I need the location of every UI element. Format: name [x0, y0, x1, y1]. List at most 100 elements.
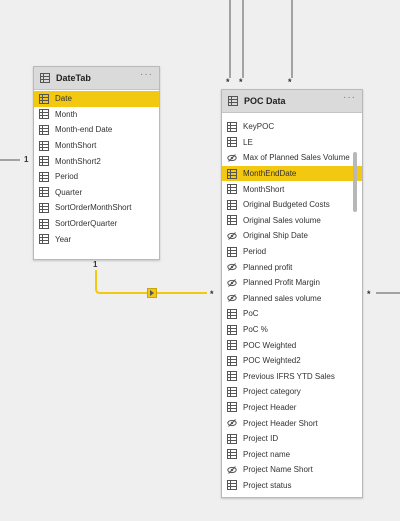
table-icon: [39, 171, 49, 182]
field-label: Month-end Date: [55, 125, 113, 135]
scrollbar-thumb[interactable]: [353, 152, 357, 212]
field-label: KeyPOC: [243, 122, 275, 132]
poc-data-field-planned-profit[interactable]: Planned profit: [222, 259, 362, 275]
table-icon: [227, 371, 237, 382]
datetab-field-sortorderquarter[interactable]: SortOrderQuarter: [34, 216, 159, 232]
field-label: SortOrderQuarter: [55, 219, 118, 229]
more-options-icon[interactable]: ···: [140, 69, 153, 80]
field-label: Original Ship Date: [243, 231, 308, 241]
poc-data-field-project-header-short[interactable]: Project Header Short: [222, 415, 362, 431]
poc-data-field-project-header[interactable]: Project Header: [222, 400, 362, 416]
field-label: MonthShort: [55, 141, 97, 151]
poc-data-field-project-status[interactable]: Project status: [222, 478, 362, 494]
field-label: Planned profit: [243, 262, 293, 272]
table-icon: [39, 202, 49, 213]
table-icon: [227, 308, 237, 319]
poc-data-field-list: KeyPOC LE Max of Planned Sales Volume Month…: [222, 119, 362, 493]
table-icon: [39, 187, 49, 198]
datetab-table-card[interactable]: DateTab ··· Date Month Month-end Date Month…: [33, 66, 160, 260]
datetab-field-month[interactable]: Month: [34, 107, 159, 123]
datetab-field-monthshort[interactable]: MonthShort: [34, 138, 159, 154]
field-label: Project status: [243, 480, 292, 490]
table-icon: [39, 140, 49, 151]
table-icon: [40, 73, 50, 83]
field-label: Project category: [243, 387, 301, 397]
table-icon: [39, 124, 49, 135]
field-label: Project Name Short: [243, 465, 313, 475]
table-icon: [227, 137, 237, 148]
poc-data-title: POC Data: [244, 96, 286, 106]
datetab-field-year[interactable]: Year: [34, 231, 159, 247]
datetab-field-sortordermonthshort[interactable]: SortOrderMonthShort: [34, 200, 159, 216]
datetab-field-period[interactable]: Period: [34, 169, 159, 185]
filter-direction-icon[interactable]: [147, 288, 157, 298]
field-label: Month: [55, 109, 78, 119]
field-label: Quarter: [55, 187, 83, 197]
table-icon: [39, 93, 49, 104]
cardinality-many-poc: *: [210, 289, 214, 299]
poc-data-field-poc[interactable]: PoC: [222, 306, 362, 322]
poc-data-field-monthenddate[interactable]: MonthEndDate: [222, 165, 362, 182]
poc-data-field-original-sales-volume[interactable]: Original Sales volume: [222, 213, 362, 229]
poc-data-table-card[interactable]: POC Data ··· KeyPOC LE Max of Planned Sale…: [221, 89, 363, 498]
field-label: Project Header Short: [243, 418, 318, 428]
poc-data-field-keypoc[interactable]: KeyPOC: [222, 119, 362, 135]
poc-data-field-original-budgeted-costs[interactable]: Original Budgeted Costs: [222, 197, 362, 213]
table-icon: [227, 402, 237, 413]
datetab-header[interactable]: DateTab ···: [34, 67, 159, 90]
field-label: Previous IFRS YTD Sales: [243, 371, 335, 381]
poc-data-field-project-name-short[interactable]: Project Name Short: [222, 462, 362, 478]
hidden-icon: [227, 278, 237, 288]
table-icon: [227, 184, 237, 195]
table-icon: [227, 324, 237, 335]
field-label: MonthEndDate: [243, 169, 297, 179]
poc-data-field-poc[interactable]: PoC %: [222, 322, 362, 338]
more-options-icon[interactable]: ···: [343, 92, 356, 103]
datetab-field-month-end-date[interactable]: Month-end Date: [34, 122, 159, 138]
poc-data-field-project-id[interactable]: Project ID: [222, 431, 362, 447]
hidden-icon: [227, 153, 237, 163]
datetab-field-quarter[interactable]: Quarter: [34, 185, 159, 201]
poc-data-field-poc-weighted2[interactable]: POC Weighted2: [222, 353, 362, 369]
table-icon: [227, 168, 237, 179]
poc-data-field-project-category[interactable]: Project category: [222, 384, 362, 400]
poc-data-field-project-name[interactable]: Project name: [222, 446, 362, 462]
poc-data-field-le[interactable]: LE: [222, 135, 362, 151]
hidden-icon: [227, 262, 237, 272]
poc-data-header[interactable]: POC Data ···: [222, 90, 362, 113]
field-label: Project Header: [243, 402, 297, 412]
hidden-icon: [227, 293, 237, 303]
hidden-icon: [227, 418, 237, 428]
field-label: Period: [55, 172, 79, 182]
field-label: Original Sales volume: [243, 215, 321, 225]
field-label: MonthShort2: [55, 156, 101, 166]
table-icon: [227, 215, 237, 226]
table-icon: [227, 199, 237, 210]
field-label: MonthShort: [243, 184, 285, 194]
field-label: SortOrderMonthShort: [55, 203, 132, 213]
poc-data-field-poc-weighted[interactable]: POC Weighted: [222, 337, 362, 353]
table-icon: [227, 246, 237, 257]
datetab-field-list: Date Month Month-end Date MonthShort MonthSh…: [34, 90, 159, 247]
table-icon: [227, 340, 237, 351]
poc-data-field-max-of-planned-sales-volume[interactable]: Max of Planned Sales Volume: [222, 150, 362, 166]
field-label: Period: [243, 247, 267, 257]
field-label: Date: [55, 94, 72, 104]
poc-data-field-period[interactable]: Period: [222, 244, 362, 260]
poc-data-field-planned-sales-volume[interactable]: Planned sales volume: [222, 291, 362, 307]
datetab-field-monthshort2[interactable]: MonthShort2: [34, 153, 159, 169]
datetab-field-date[interactable]: Date: [34, 91, 159, 107]
table-icon: [227, 386, 237, 397]
field-label: PoC %: [243, 325, 268, 335]
field-label: Original Budgeted Costs: [243, 200, 330, 210]
poc-data-field-planned-profit-margin[interactable]: Planned Profit Margin: [222, 275, 362, 291]
field-label: Max of Planned Sales Volume: [243, 153, 350, 163]
table-icon: [227, 480, 237, 491]
cardinality-many-top-1: *: [226, 77, 230, 87]
table-icon: [227, 449, 237, 460]
table-icon: [39, 234, 49, 245]
poc-data-field-original-ship-date[interactable]: Original Ship Date: [222, 228, 362, 244]
poc-data-field-monthshort[interactable]: MonthShort: [222, 181, 362, 197]
poc-data-field-previous-ifrs-ytd-sales[interactable]: Previous IFRS YTD Sales: [222, 369, 362, 385]
field-label: PoC: [243, 309, 259, 319]
